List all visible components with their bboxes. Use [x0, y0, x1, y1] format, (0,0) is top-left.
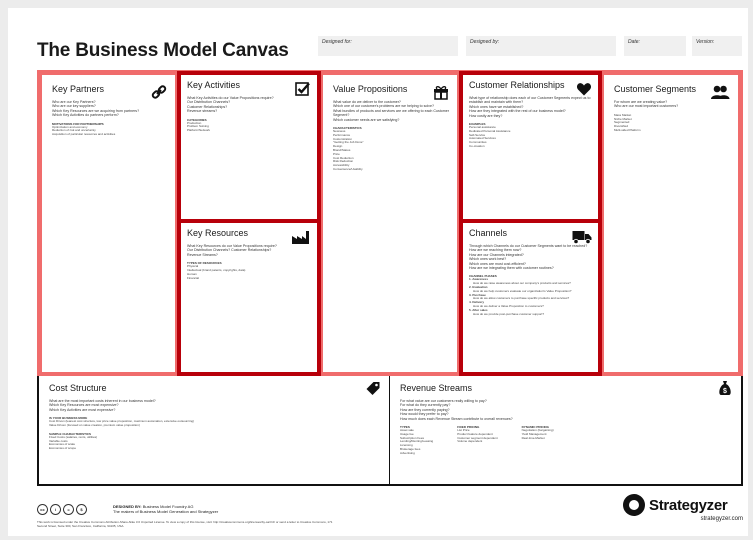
question: Which Key Activities are most expensive? — [49, 407, 116, 412]
list-item: Convenience/Usability — [333, 167, 363, 171]
strategyzer-logo-icon — [623, 494, 645, 516]
list-item: Real-time-Market — [521, 435, 545, 440]
revenue-streams-title: Revenue Streams — [400, 383, 473, 393]
list-item: Platform/Network — [187, 128, 211, 133]
cost-structure-title: Cost Structure — [49, 383, 107, 393]
question: Which Key Activities do partners perform… — [52, 113, 119, 118]
dynamic-pricing-column: Dynamic Pricing Negotiation (bargaining)… — [522, 421, 554, 456]
question: Revenue Streams? — [187, 252, 218, 257]
strategyzer-brand[interactable]: Strategyzer strategyzer.com — [623, 494, 743, 528]
list-item: Economies of scope — [49, 446, 77, 451]
question: What type of relationship does each of o… — [469, 96, 591, 105]
date-field[interactable]: Date: — [624, 36, 686, 56]
heart-icon — [576, 81, 592, 97]
key-activities-block[interactable]: Key Activities What Key Activities do ou… — [177, 71, 321, 223]
question: Revenue streams? — [187, 109, 218, 114]
customer-relationships-block[interactable]: Customer Relationships What type of rela… — [459, 71, 602, 223]
license-text: This work is licensed under the Creative… — [37, 520, 333, 528]
designed-by-credit: DESIGNED BY: Business Model Foundry AG T… — [113, 504, 218, 514]
designed-for-field[interactable]: Designed for: — [318, 36, 458, 56]
customer-relationships-title: Customer Relationships — [469, 80, 565, 90]
key-partners-block[interactable]: Key Partners Who are our Key Partners? W… — [42, 75, 175, 372]
list-item: Volume dependent — [457, 439, 483, 444]
footer: cc i = $ DESIGNED BY: Business Model Fou… — [37, 494, 743, 532]
list-item: Advertising — [400, 450, 415, 455]
value-propositions-title: Value Propositions — [333, 84, 408, 94]
list-item: Acquisition of particular resources and … — [52, 132, 116, 137]
tag-icon — [365, 380, 381, 396]
users-icon — [710, 84, 730, 100]
customer-segments-block[interactable]: Customer Segments For whom are we creati… — [604, 75, 738, 372]
question: How costly are they? — [469, 113, 503, 118]
key-activities-title: Key Activities — [187, 80, 241, 90]
non-commercial-icon: $ — [76, 504, 87, 515]
brand-name: Strategyzer — [649, 497, 728, 514]
channels-block[interactable]: Channels Through which Channels do our C… — [459, 219, 602, 376]
page-title: The Business Model Canvas — [37, 40, 289, 61]
revenue-types-column: Types Asset sale Usage fee Subscription … — [400, 421, 433, 456]
list-item: Value Driven (focused on value creation,… — [49, 423, 140, 428]
bottom-row: Cost Structure What are the most importa… — [37, 376, 743, 486]
cc-icon: cc — [37, 504, 48, 515]
question: Which customer needs are we satisfying? — [333, 117, 400, 122]
fixed-pricing-column: Fixed pricing List Price Product feature… — [457, 421, 497, 456]
list-item: Financial — [187, 275, 200, 280]
designed-by-note: The makers of Business Model Generation … — [113, 509, 219, 514]
question: How are we integrating them with custome… — [469, 266, 554, 271]
list-item: Co-creation — [469, 144, 485, 149]
version-field[interactable]: Version: — [692, 36, 742, 56]
list-item: How do we provide post-purchase customer… — [473, 311, 545, 316]
gift-icon — [433, 84, 449, 100]
designed-by-field[interactable]: Designed by: — [466, 36, 616, 56]
cost-structure-block[interactable]: Cost Structure What are the most importa… — [39, 376, 389, 484]
attribution-icon: i — [50, 504, 61, 515]
link-icon — [151, 84, 167, 100]
svg-text:$: $ — [723, 388, 727, 395]
brand-url-link[interactable]: strategyzer.com — [701, 516, 743, 522]
share-alike-icon: = — [63, 504, 74, 515]
checkbox-icon — [295, 81, 311, 97]
creative-commons-badges: cc i = $ — [37, 504, 87, 515]
money-bag-icon: $ — [717, 380, 733, 396]
key-partners-title: Key Partners — [52, 84, 105, 94]
revenue-streams-block[interactable]: Revenue Streams $ For what value are our… — [390, 376, 741, 484]
truck-icon — [572, 229, 592, 245]
value-propositions-block[interactable]: Value Propositions What value do we deli… — [323, 75, 457, 372]
factory-icon — [291, 229, 311, 245]
question: What bundles of products and services ar… — [333, 108, 449, 118]
key-resources-block[interactable]: Key Resources What Key Resources do our … — [177, 219, 321, 376]
list-item: Multi-sided Platform — [614, 128, 641, 132]
